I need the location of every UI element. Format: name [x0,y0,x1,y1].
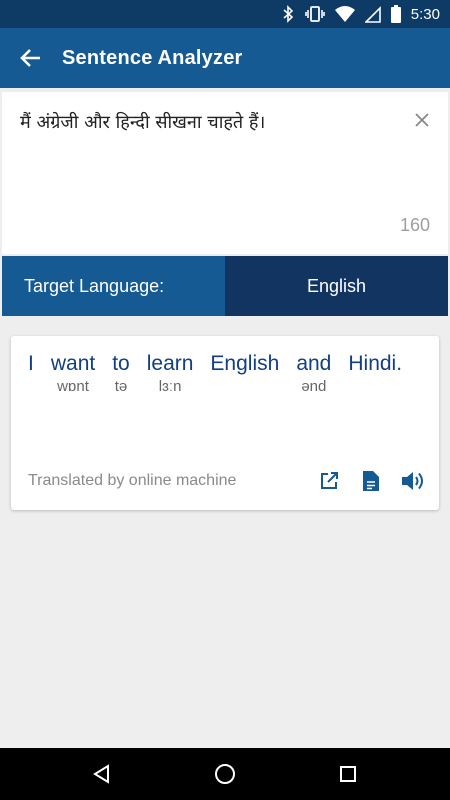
signal-icon [364,5,381,23]
vibrate-icon [304,5,325,23]
system-nav-bar [0,748,450,800]
word-text: English [210,352,280,375]
word-phonetic: wɒnt [57,378,89,395]
word-item[interactable]: to tə [112,350,130,406]
word-text: learn [146,352,194,375]
document-icon[interactable] [359,469,383,493]
word-phonetic: lɜːn [158,378,182,395]
target-language-row: Target Language: English [2,256,448,316]
translation-actions [317,469,425,493]
char-count: 160 [399,215,430,235]
recents-square-icon[interactable] [328,754,368,794]
word-text: Hindi. [348,352,403,375]
home-circle-icon[interactable] [205,754,245,794]
bluetooth-icon [281,5,295,23]
close-icon[interactable] [410,108,434,132]
status-time: 5:30 [410,5,440,23]
battery-icon [390,5,401,23]
open-external-icon[interactable] [317,469,341,493]
word-item[interactable]: and ənd [296,350,331,406]
translation-source-text: Translated by online machine [28,472,237,489]
translation-words: I want wɒnt to tə learn lɜːn English and… [28,350,427,406]
translation-card: I want wɒnt to tə learn lɜːn English and… [11,336,439,510]
page-title: Sentence Analyzer [62,46,243,69]
back-triangle-icon[interactable] [82,754,122,794]
word-text: want [50,352,96,375]
speaker-icon[interactable] [401,469,425,493]
translation-footer: Translated by online machine [28,466,425,496]
target-language-label: Target Language: [2,256,225,316]
arrow-back-icon[interactable] [0,28,62,88]
word-item[interactable]: want wɒnt [51,350,95,406]
target-language-selector[interactable]: English [225,256,448,316]
word-item[interactable]: learn lɜːn [147,350,194,406]
wifi-icon [334,5,355,23]
app-bar: Sentence Analyzer [0,28,450,88]
sentence-input[interactable]: मैं अंग्रेजी और हिन्दी सीखना चाहते हैं। [20,110,398,136]
word-item[interactable]: English [210,350,279,406]
word-text: I [28,352,34,375]
status-bar: 5:30 [0,0,450,28]
word-text: and [296,352,332,375]
sentence-input-area[interactable]: मैं अंग्रेजी और हिन्दी सीखना चाहते हैं। … [2,92,448,254]
word-item[interactable]: I [28,350,34,406]
word-phonetic: tə [114,378,128,395]
word-text: to [112,352,130,375]
word-phonetic: ənd [301,378,327,395]
word-item[interactable]: Hindi. [348,350,402,406]
